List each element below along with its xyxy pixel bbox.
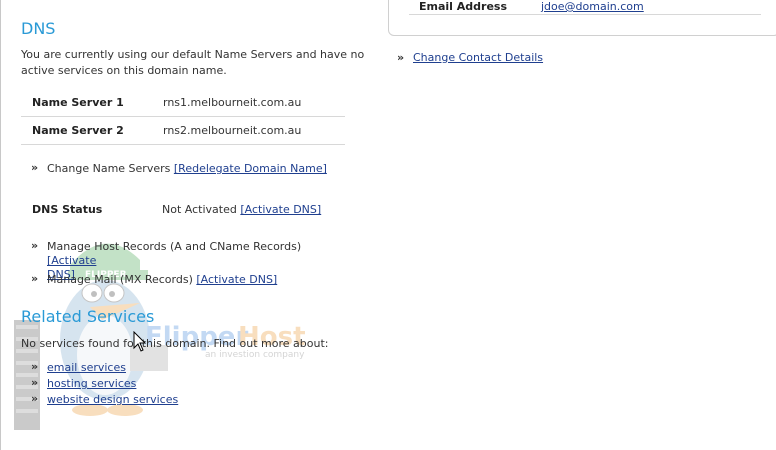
change-name-servers-text: Change Name Servers [47,162,171,175]
panel-divider [409,14,761,15]
activate-dns-link[interactable]: [Activate DNS] [240,203,321,216]
hosting-services-link[interactable]: hosting services [47,377,136,390]
mail-records-row: Manage Mail (MX Records) [Activate DNS] [47,273,277,286]
website-design-services-link[interactable]: website design services [47,393,178,406]
related-services-heading: Related Services [21,307,155,326]
name-server-2-value: rns2.melbourneit.com.au [163,124,302,137]
email-label: Email Address [419,0,508,13]
bullet-icon: » [31,392,39,405]
bullet-icon: » [31,161,39,174]
bullet-icon: » [31,376,39,389]
ns-divider-1 [21,116,345,117]
email-link[interactable]: jdoe@domain.com [541,0,644,13]
bullet-icon: » [31,272,39,285]
mail-records-text: Manage Mail (MX Records) [47,273,193,286]
svg-text:an investion company: an investion company [205,350,305,360]
host-records-activate-link[interactable]: [Activate [47,254,96,267]
bullet-icon: » [397,51,405,64]
dns-status-value: Not Activated [162,203,237,216]
contact-details-panel: Email Address jdoe@domain.com [388,0,776,36]
email-services-link[interactable]: email services [47,361,126,374]
dns-intro-text: You are currently using our default Name… [21,48,365,77]
host-records-text: Manage Host Records (A and CName Records… [47,240,302,253]
dns-status-row: Not Activated [Activate DNS] [162,203,321,216]
related-services-intro: No services found for this domain. Find … [21,337,329,350]
change-name-servers-row: Change Name Servers [Redelegate Domain N… [47,162,327,175]
bullet-icon: » [31,360,39,373]
dns-heading: DNS [21,19,56,38]
ns-divider-2 [21,144,345,145]
bullet-icon: » [31,239,39,252]
mail-activate-link[interactable]: [Activate DNS] [196,273,277,286]
name-server-2-label: Name Server 2 [32,124,124,137]
dns-status-label: DNS Status [32,203,103,216]
mouse-cursor-icon [133,331,147,352]
redelegate-domain-link[interactable]: [Redelegate Domain Name] [174,162,327,175]
name-server-1-value: rns1.melbourneit.com.au [163,96,302,109]
name-server-1-label: Name Server 1 [32,96,124,109]
left-border [0,0,1,450]
change-contact-details-link[interactable]: Change Contact Details [413,51,543,64]
